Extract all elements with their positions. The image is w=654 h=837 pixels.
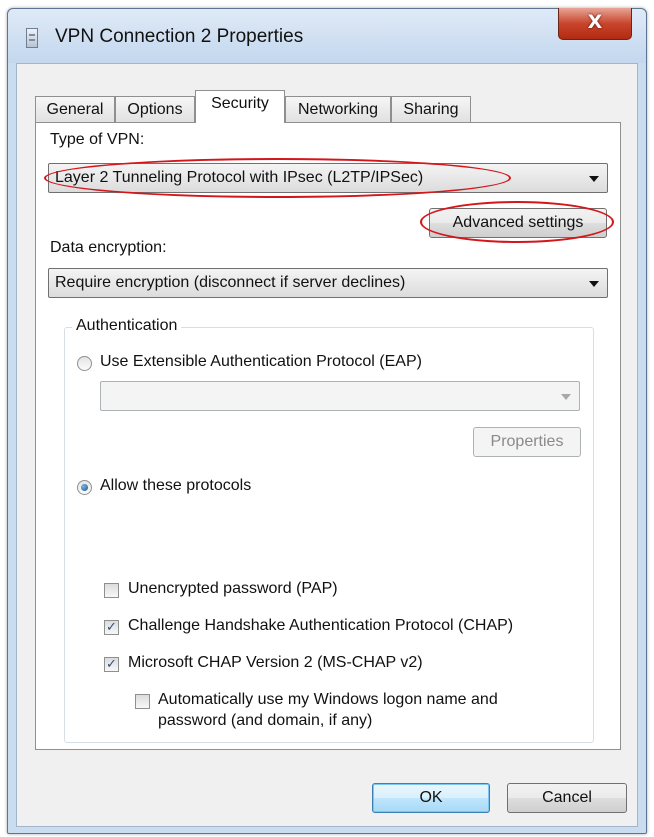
mschapv2-label[interactable]: Microsoft CHAP Version 2 (MS-CHAP v2) — [128, 654, 423, 672]
allow-protocols-radio[interactable] — [77, 480, 92, 495]
tab-networking[interactable]: Networking — [285, 96, 391, 122]
mschapv2-checkbox[interactable]: ✓ — [104, 657, 119, 672]
chap-checkbox[interactable]: ✓ — [104, 620, 119, 635]
cancel-button[interactable]: Cancel — [507, 783, 627, 813]
tab-security[interactable]: Security — [195, 90, 285, 123]
eap-method-select — [100, 381, 580, 411]
data-encryption-select[interactable]: Require encryption (disconnect if server… — [48, 268, 608, 298]
pap-checkbox[interactable] — [104, 583, 119, 598]
pap-label[interactable]: Unencrypted password (PAP) — [128, 580, 338, 598]
title-bar[interactable]: VPN Connection 2 Properties X — [8, 8, 646, 63]
data-encryption-value: Require encryption (disconnect if server… — [55, 274, 406, 291]
eap-label[interactable]: Use Extensible Authentication Protocol (… — [100, 353, 422, 371]
eap-radio[interactable] — [77, 356, 92, 371]
chevron-down-icon — [589, 281, 599, 287]
vpn-connection-icon — [26, 28, 38, 48]
eap-properties-button: Properties — [473, 427, 581, 457]
tab-sharing[interactable]: Sharing — [391, 96, 471, 122]
auto-logon-checkbox[interactable] — [135, 694, 150, 709]
properties-dialog: VPN Connection 2 Properties X General Op… — [7, 8, 647, 834]
tab-options[interactable]: Options — [115, 96, 195, 122]
close-button[interactable]: X — [558, 8, 632, 40]
authentication-legend: Authentication — [72, 317, 182, 335]
auto-logon-label-line1[interactable]: Automatically use my Windows logon name … — [158, 691, 498, 709]
tab-general[interactable]: General — [35, 96, 115, 122]
vpn-type-label: Type of VPN: — [50, 131, 145, 148]
chevron-down-icon — [589, 176, 599, 182]
ok-button[interactable]: OK — [372, 783, 490, 813]
auto-logon-label-line2[interactable]: password (and domain, if any) — [158, 712, 372, 730]
allow-protocols-label[interactable]: Allow these protocols — [100, 477, 251, 495]
data-encryption-label: Data encryption: — [50, 239, 167, 256]
vpn-type-value: Layer 2 Tunneling Protocol with IPsec (L… — [55, 169, 424, 186]
window-title: VPN Connection 2 Properties — [55, 26, 304, 47]
advanced-settings-button[interactable]: Advanced settings — [429, 208, 607, 238]
chap-label[interactable]: Challenge Handshake Authentication Proto… — [128, 617, 513, 635]
authentication-group: Authentication Use Extensible Authentica… — [64, 317, 594, 743]
chevron-down-icon — [561, 394, 571, 400]
vpn-type-select[interactable]: Layer 2 Tunneling Protocol with IPsec (L… — [48, 163, 608, 193]
